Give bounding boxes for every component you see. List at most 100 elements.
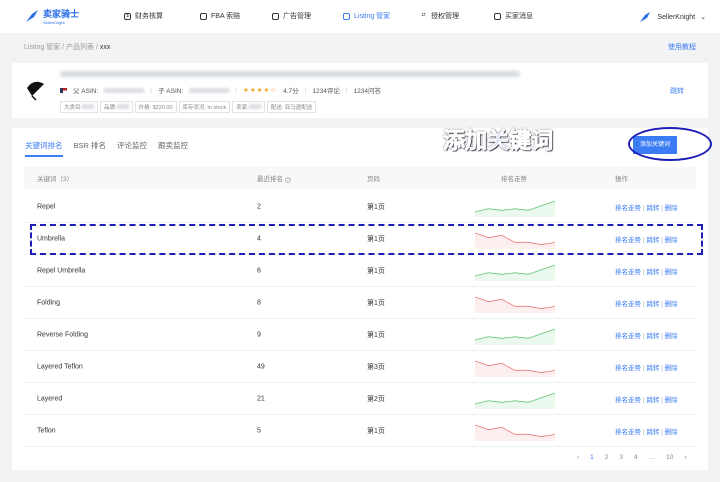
annotation-label: 添加关键词 (443, 128, 554, 154)
page-4[interactable]: 4 (634, 454, 638, 461)
trend-link[interactable]: 排名走势 (615, 429, 641, 436)
page-1[interactable]: 1 (590, 454, 594, 461)
tag-delivery: 配送: 亚马逊配送 (266, 101, 317, 113)
delete-link[interactable]: 删除 (665, 269, 678, 276)
trend-link[interactable]: 排名走势 (615, 397, 641, 404)
page-cell: 第1页 (367, 203, 385, 211)
trend-sparkline (475, 360, 555, 377)
page-2[interactable]: 2 (605, 454, 609, 461)
trend-link[interactable]: 排名走势 (615, 205, 641, 212)
claim-icon (200, 12, 207, 20)
jump-link[interactable]: 跳转 (646, 301, 659, 308)
nav-messages[interactable]: 买家消息 (494, 11, 533, 21)
table-row: Repel Umbrella 6 第1页 排名走势 | 跳转 | 删除 (24, 255, 696, 287)
trend-link[interactable]: 排名走势 (615, 365, 641, 372)
tab-hijack-monitor[interactable]: 跟卖监控 (158, 140, 188, 157)
delete-link[interactable]: 删除 (665, 205, 678, 212)
next-page-button[interactable]: › (684, 454, 686, 461)
chevron-down-icon: ⌄ (700, 14, 706, 21)
jump-link[interactable]: 跳转 (646, 365, 659, 372)
nav-finance[interactable]: $ 财务核算 (124, 11, 163, 21)
nav-label: 买家消息 (505, 13, 533, 20)
jump-link[interactable]: 跳转 (646, 429, 659, 436)
page-10[interactable]: 10 (666, 454, 673, 461)
keyword-cell: Repel (37, 203, 56, 210)
product-jump-link[interactable]: 跳转 (670, 86, 684, 96)
delete-link[interactable]: 删除 (665, 365, 678, 372)
ad-icon (272, 12, 279, 20)
actions-cell: 排名走势 | 跳转 | 删除 (615, 268, 678, 276)
trend-link[interactable]: 排名走势 (615, 269, 641, 276)
help-link[interactable]: 使用教程 (668, 42, 696, 52)
jump-link[interactable]: 跳转 (646, 397, 659, 404)
tag-seller: 卖家: (232, 101, 265, 113)
nav-ads[interactable]: 广告管理 (272, 11, 311, 21)
actions-cell: 排名走势 | 跳转 | 删除 (615, 332, 678, 340)
nav-listing[interactable]: Listing 管家 (343, 11, 390, 21)
nav-auth[interactable]: ⇄ 授权管理 (420, 11, 459, 21)
trend-area (475, 296, 555, 313)
actions-cell: 排名走势 | 跳转 | 删除 (615, 300, 678, 308)
table-row: Layered Teflon 49 第3页 排名走势 | 跳转 | 删除 (24, 351, 696, 383)
page-cell: 第1页 (367, 299, 385, 307)
product-title-blurred (60, 71, 520, 77)
actions-cell: 排名走势 | 跳转 | 删除 (615, 396, 678, 404)
tab-bar: 关键词排名 BSR 排名 评论监控 跟卖监控 (25, 140, 188, 157)
delete-link[interactable]: 删除 (665, 301, 678, 308)
keyword-cell: Layered (37, 395, 63, 402)
header-recent-rank: 最近排名 ? (257, 176, 291, 183)
breadcrumb-current: xxx (99, 44, 111, 51)
page-cell: 第2页 (367, 395, 385, 403)
product-image (27, 81, 44, 101)
rank-cell: 8 (257, 299, 261, 306)
trend-sparkline (475, 328, 555, 345)
table-row: Teflon 5 第1页 排名走势 | 跳转 | 删除 (24, 415, 696, 447)
delete-link[interactable]: 删除 (665, 333, 678, 340)
rating-value: 4.7分 (283, 88, 299, 95)
page-3[interactable]: 3 (619, 454, 623, 461)
nav-label: Listing 管家 (354, 13, 391, 20)
page-cell: 第1页 (367, 331, 385, 339)
trend-link[interactable]: 排名走势 (615, 333, 641, 340)
jump-link[interactable]: 跳转 (646, 269, 659, 276)
prev-page-button[interactable]: ‹ (577, 454, 579, 461)
table-row: Folding 8 第1页 排名走势 | 跳转 | 删除 (24, 287, 696, 319)
top-nav: 卖家骑士 SellerKnight $ 财务核算 FBA 索赔 广告管理 Listi… (0, 0, 720, 33)
header-keyword: 关键词（3） (37, 176, 74, 183)
nav-label: 授权管理 (431, 13, 459, 20)
jump-link[interactable]: 跳转 (646, 205, 659, 212)
jump-link[interactable]: 跳转 (646, 333, 659, 340)
table-row: Layered 21 第2页 排名走势 | 跳转 | 删除 (24, 383, 696, 415)
header-page: 页码 (367, 176, 380, 183)
user-menu[interactable]: SellerKnight ⌄ (638, 10, 706, 24)
rank-cell: 9 (257, 331, 261, 338)
trend-sparkline (475, 200, 555, 217)
rank-cell: 49 (257, 363, 265, 370)
tab-bsr-rank[interactable]: BSR 排名 (74, 140, 107, 157)
qa-count: 1234问答 (353, 88, 382, 95)
username: SellerKnight (657, 13, 696, 21)
delete-link[interactable]: 删除 (665, 429, 678, 436)
review-count: 1234评论 (312, 88, 340, 95)
trend-link[interactable]: 排名走势 (615, 301, 641, 308)
rating-stars: ★★★★☆ (243, 87, 278, 94)
nav-fba-claim[interactable]: FBA 索赔 (200, 11, 240, 21)
trend-sparkline (475, 296, 555, 313)
keyword-cell: Layered Teflon (37, 363, 83, 370)
tag-brand: 品牌: (100, 101, 133, 113)
delete-link[interactable]: 删除 (665, 397, 678, 404)
product-meta: 父 ASIN: | 子 ASIN: | ★★★★☆ 4.7分 | 1234评论 | 123… (60, 85, 381, 95)
page-cell: 第1页 (367, 427, 385, 435)
breadcrumb-products[interactable]: 产品列表 (66, 44, 94, 51)
tag-price: 价格: $220.00 (134, 101, 177, 113)
breadcrumb-listing[interactable]: Listing 管家 (24, 44, 60, 51)
table-row: Repel 2 第1页 排名走势 | 跳转 | 删除 (24, 191, 696, 223)
help-circle-icon[interactable]: ? (284, 177, 291, 183)
tab-review-monitor[interactable]: 评论监控 (117, 140, 147, 157)
rank-cell: 21 (257, 395, 265, 402)
dollar-icon: $ (124, 12, 131, 20)
rank-cell: 6 (257, 267, 261, 274)
tab-keyword-rank[interactable]: 关键词排名 (25, 140, 63, 157)
auth-icon: ⇄ (421, 11, 426, 18)
logo[interactable]: 卖家骑士 SellerKnight (24, 7, 79, 25)
